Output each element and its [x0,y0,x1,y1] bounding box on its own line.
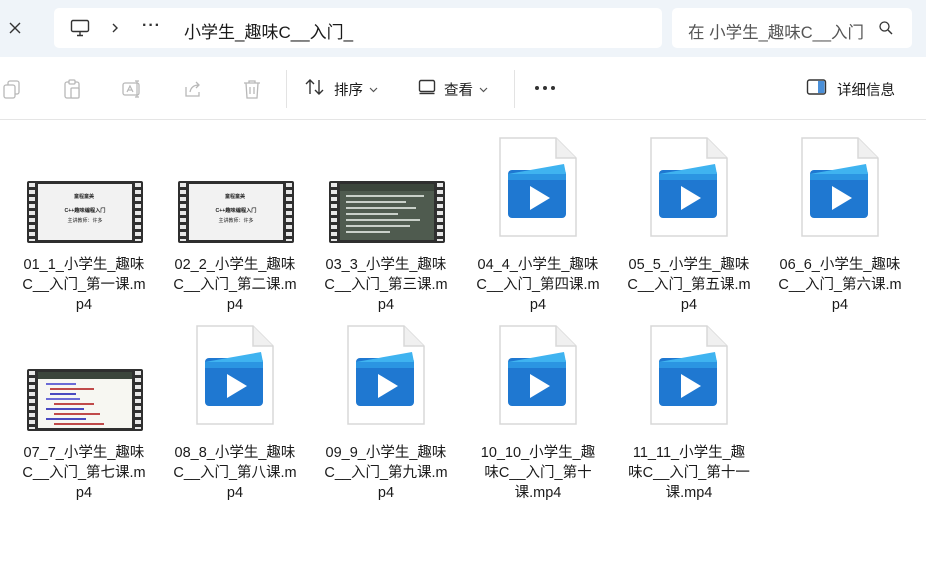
video-thumbnail [324,129,448,261]
file-item[interactable]: 08_8_小学生_趣味C__入门_第八课.mp4 [173,317,297,502]
file-name: 05_5_小学生_趣味C__入门_第五课.mp4 [627,257,751,313]
search-icon[interactable] [878,20,894,41]
media-file-icon [778,129,902,261]
film-strip: 童程童美 C++趣味编程入门 主讲教师：许多 [27,181,143,243]
sort-icon [304,77,326,101]
media-file-icon [476,129,600,261]
file-item[interactable]: 10_10_小学生_趣味C__入门_第十课.mp4 [476,317,600,502]
file-name: 01_1_小学生_趣味C__入门_第一课.mp4 [22,257,146,313]
address-bar: ··· 小学生_趣味C__入门_ 在 小学生_趣味C__入门_ 中搜索 [0,0,926,57]
file-item[interactable]: 09_9_小学生_趣味C__入门_第九课.mp4 [324,317,448,502]
file-name: 10_10_小学生_趣味C__入门_第十课.mp4 [480,445,596,501]
file-name: 09_9_小学生_趣味C__入门_第九课.mp4 [324,445,448,501]
close-icon[interactable] [2,14,28,42]
file-name: 04_4_小学生_趣味C__入门_第四课.mp4 [476,257,600,313]
thumbnail-logo: 童程童美 [74,194,95,200]
chevron-down-icon [479,81,488,97]
search-box[interactable]: 在 小学生_趣味C__入门_ 中搜索 [672,8,912,48]
thumbnail-title: C++趣味编程入门 [64,208,106,214]
details-pane-button[interactable]: 详细信息 [806,75,895,103]
file-name: 11_11_小学生_趣味C__入门_第十一课.mp4 [628,445,750,501]
details-pane-label: 详细信息 [837,82,895,99]
film-strip [329,181,445,243]
media-file-icon [324,317,448,449]
file-item[interactable]: 03_3_小学生_趣味C__入门_第三课.mp4 [324,129,448,314]
file-item[interactable]: 05_5_小学生_趣味C__入门_第五课.mp4 [627,129,751,314]
video-thumbnail [22,317,146,449]
command-bar: 排序 查看 详细信息 [0,57,926,120]
view-label: 查看 [444,82,473,99]
file-item[interactable]: 04_4_小学生_趣味C__入门_第四课.mp4 [476,129,600,314]
computer-icon[interactable] [70,19,90,42]
thumbnail-logo: 童程童美 [225,194,246,200]
delete-icon[interactable] [240,77,264,101]
view-button[interactable]: 查看 [418,75,488,103]
media-file-icon [173,317,297,449]
file-name: 06_6_小学生_趣味C__入门_第六课.mp4 [778,257,902,313]
toolbar-separator [286,70,287,108]
share-icon[interactable] [181,77,205,101]
file-item[interactable]: 童程童美 C++趣味编程入门 主讲教师：许多 02_2_小学生_趣味C__入门_… [173,129,297,314]
media-file-icon [476,317,600,449]
breadcrumb-overflow-button[interactable]: ··· [142,17,161,35]
more-options-button[interactable] [532,75,558,101]
copy-icon[interactable] [0,77,24,101]
media-file-icon [627,129,751,261]
file-name: 02_2_小学生_趣味C__入门_第二课.mp4 [173,257,297,313]
chevron-right-icon[interactable] [110,19,120,42]
sort-label: 排序 [334,82,363,99]
file-name: 03_3_小学生_趣味C__入门_第三课.mp4 [324,257,448,313]
toolbar-separator [514,70,515,108]
video-thumbnail: 童程童美 C++趣味编程入门 主讲教师：许多 [22,129,146,261]
thumbnail-teacher: 主讲教师：许多 [67,218,103,224]
address-path-box[interactable]: ··· 小学生_趣味C__入门_ [54,8,662,48]
breadcrumb-current-folder[interactable]: 小学生_趣味C__入门_ [184,18,353,43]
file-grid: 童程童美 C++趣味编程入门 主讲教师：许多 01_1_小学生_趣味C__入门_… [0,121,926,572]
file-item[interactable]: 童程童美 C++趣味编程入门 主讲教师：许多 01_1_小学生_趣味C__入门_… [22,129,146,314]
file-name: 07_7_小学生_趣味C__入门_第七课.mp4 [22,445,146,501]
file-name: 08_8_小学生_趣味C__入门_第八课.mp4 [173,445,297,501]
film-strip: 童程童美 C++趣味编程入门 主讲教师：许多 [178,181,294,243]
thumbnail-title: C++趣味编程入门 [215,208,257,214]
thumbnail-teacher: 主讲教师：许多 [218,218,254,224]
file-item[interactable]: 06_6_小学生_趣味C__入门_第六课.mp4 [778,129,902,314]
view-icon [418,79,436,99]
search-input[interactable]: 在 小学生_趣味C__入门_ 中搜索 [688,19,863,43]
rename-icon[interactable] [120,77,144,101]
file-item[interactable]: 07_7_小学生_趣味C__入门_第七课.mp4 [22,317,146,502]
details-pane-icon [806,78,828,100]
sort-button[interactable]: 排序 [304,75,378,103]
paste-icon[interactable] [60,77,84,101]
video-thumbnail: 童程童美 C++趣味编程入门 主讲教师：许多 [173,129,297,261]
film-strip [27,369,143,431]
chevron-down-icon [369,81,378,97]
media-file-icon [627,317,751,449]
file-item[interactable]: 11_11_小学生_趣味C__入门_第十一课.mp4 [627,317,751,502]
